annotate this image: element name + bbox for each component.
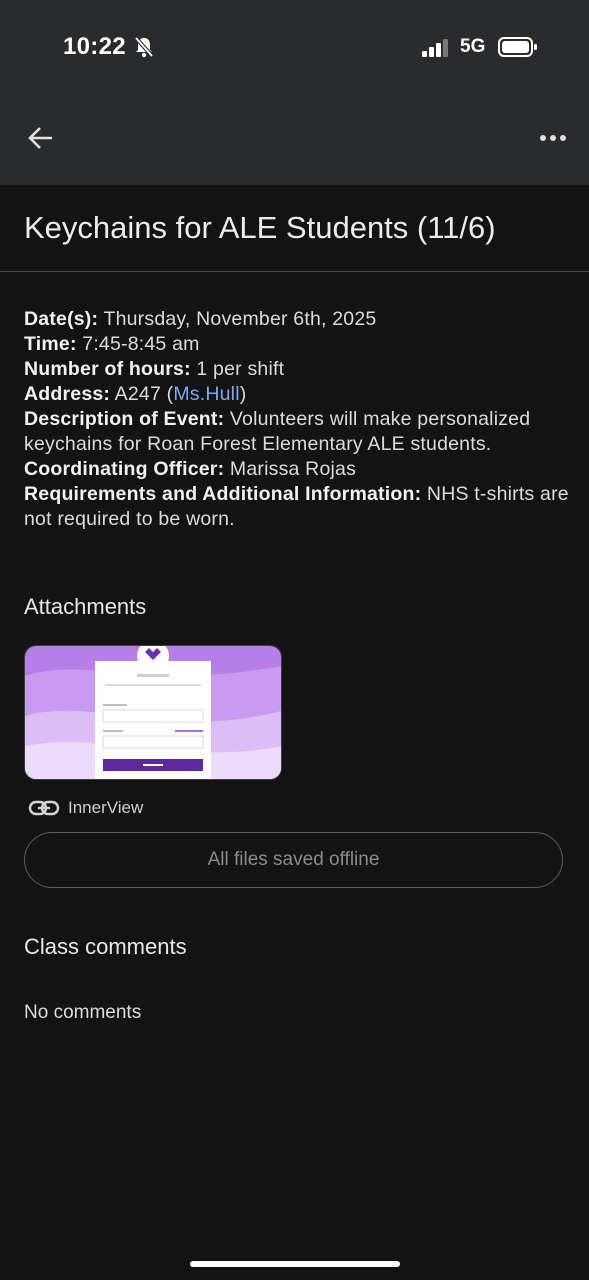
detail-time: Time: 7:45-8:45 am [24, 332, 569, 357]
attachment-link-label[interactable]: InnerView [68, 798, 143, 818]
detail-label: Requirements and Additional Information: [24, 483, 422, 505]
bell-muted-icon [134, 36, 154, 58]
more-horiz-icon[interactable] [538, 128, 568, 148]
arrow-left-icon[interactable] [26, 123, 56, 153]
attachments-heading: Attachments [24, 594, 147, 619]
detail-hours: Number of hours: 1 per shift [24, 357, 569, 382]
class-comments-heading: Class comments [24, 934, 187, 959]
detail-date: Date(s): Thursday, November 6th, 2025 [24, 307, 569, 332]
attachment-thumbnail[interactable] [24, 645, 282, 780]
detail-label: Date(s): [24, 308, 99, 330]
page-title: Keychains for ALE Students (11/6) [24, 210, 496, 245]
detail-value: ) [239, 383, 247, 405]
detail-value: A247 ( [110, 383, 174, 405]
detail-value: Thursday, November 6th, 2025 [98, 308, 377, 330]
detail-value: 7:45-8:45 am [76, 333, 200, 355]
detail-label: Time: [24, 333, 77, 355]
status-time: 10:22 [63, 33, 126, 60]
detail-address: Address: A247 (Ms.Hull) [24, 382, 569, 407]
battery-icon [498, 37, 537, 57]
attachment-link[interactable]: InnerView [28, 796, 143, 820]
event-details: Date(s): Thursday, November 6th, 2025 Ti… [24, 307, 569, 532]
detail-label: Address: [24, 383, 111, 405]
home-indicator[interactable] [190, 1261, 400, 1267]
detail-label: Description of Event: [24, 408, 225, 430]
innerview-preview-image [25, 646, 281, 779]
detail-label: Coordinating Officer: [24, 458, 225, 480]
link-icon [28, 800, 60, 816]
detail-label: Number of hours: [24, 358, 191, 380]
teacher-link[interactable]: Ms.Hull [173, 383, 239, 405]
detail-description: Description of Event: Volunteers will ma… [24, 407, 569, 457]
detail-value: Marissa Rojas [224, 458, 357, 480]
signal-icon [422, 39, 448, 57]
detail-requirements: Requirements and Additional Information:… [24, 482, 569, 532]
no-comments-text: No comments [24, 1002, 142, 1023]
top-app-bar: 10:22 5G [0, 0, 589, 185]
detail-value: 1 per shift [190, 358, 285, 380]
offline-status-button[interactable]: All files saved offline [24, 832, 563, 888]
detail-officer: Coordinating Officer: Marissa Rojas [24, 457, 569, 482]
divider [0, 271, 589, 272]
network-type: 5G [460, 36, 486, 57]
